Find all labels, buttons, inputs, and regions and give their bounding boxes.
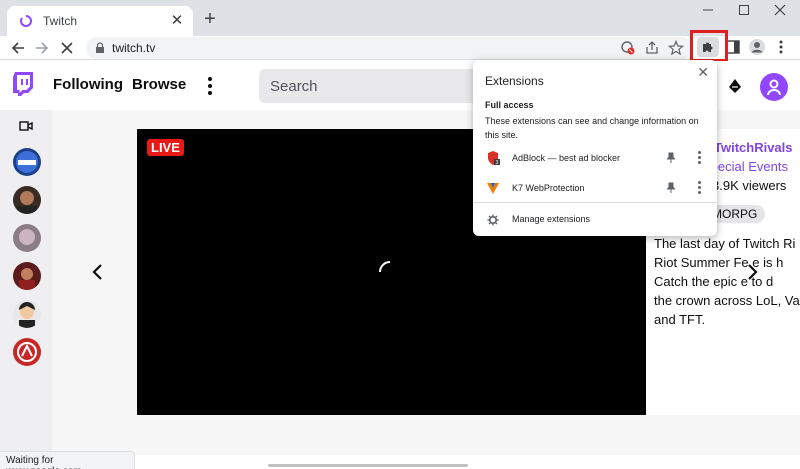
extension-more-icon[interactable]: [698, 151, 702, 165]
profile-icon[interactable]: [748, 38, 766, 56]
loading-spinner-icon: [379, 261, 391, 273]
loading-favicon-icon: [20, 15, 32, 27]
stop-button[interactable]: [57, 38, 77, 58]
tab-close-icon[interactable]: ✕: [169, 13, 185, 29]
forward-button[interactable]: [32, 38, 52, 58]
manage-extensions-label: Manage extensions: [512, 214, 591, 224]
lock-icon: [96, 42, 104, 53]
channel-avatar[interactable]: [13, 148, 41, 176]
description-line: The last day of Twitch Ri: [654, 236, 796, 251]
close-icon[interactable]: ✕: [697, 64, 709, 81]
back-arrow-icon: [11, 42, 24, 54]
back-button[interactable]: [8, 38, 28, 58]
extensions-highlight-box: [690, 30, 728, 62]
status-bar: Waiting for www.google.com...: [0, 451, 135, 469]
carousel-next-icon[interactable]: [743, 263, 761, 281]
manage-extensions-button[interactable]: Manage extensions: [473, 210, 717, 230]
bookmark-star-icon[interactable]: [668, 40, 684, 56]
minimize-button[interactable]: [690, 0, 726, 20]
description-line: Catch the epic e to d: [654, 274, 774, 289]
status-text: Waiting for www.google.com...: [6, 455, 90, 469]
stream-description: The last day of Twitch Ri Riot Summer Fe…: [654, 234, 800, 329]
extension-name: K7 WebProtection: [512, 183, 585, 193]
channel-photo-icon: [19, 268, 35, 290]
chrome-menu-icon[interactable]: [772, 38, 790, 56]
channel-logo-icon: [17, 342, 37, 362]
url-text: twitch.tv: [112, 41, 156, 55]
channel-avatar[interactable]: [13, 300, 41, 328]
blocked-content-icon[interactable]: [620, 40, 636, 56]
close-window-icon: [774, 4, 786, 16]
divider: [473, 202, 717, 203]
full-access-heading: Full access: [485, 100, 534, 110]
new-tab-button[interactable]: +: [200, 9, 220, 29]
extensions-popup: Extensions ✕ Full access These extension…: [473, 60, 717, 236]
followed-channels-sidebar: [0, 110, 52, 455]
user-avatar[interactable]: [760, 73, 788, 101]
nav-browse-link[interactable]: Browse: [132, 76, 186, 93]
browser-tab[interactable]: Twitch ✕: [7, 6, 193, 36]
description-line: the crown across LoL, Va: [654, 293, 800, 308]
maximize-button[interactable]: [726, 0, 762, 20]
extensions-popup-title: Extensions: [485, 74, 544, 88]
channel-photo-icon: [19, 229, 35, 245]
channel-avatar[interactable]: [13, 186, 41, 214]
maximize-icon: [739, 5, 749, 15]
full-access-note: These extensions can see and change info…: [485, 116, 699, 140]
tab-title: Twitch: [43, 14, 78, 28]
stop-icon: [61, 42, 73, 54]
address-bar[interactable]: twitch.tv: [86, 37, 692, 59]
carousel-prev-icon[interactable]: [89, 263, 107, 281]
forward-arrow-icon: [36, 42, 49, 54]
adblock-icon: 3: [488, 151, 500, 166]
extension-item-adblock[interactable]: 3 AdBlock — best ad blocker: [473, 144, 717, 172]
channel-avatar[interactable]: [13, 338, 41, 366]
pin-icon[interactable]: [666, 152, 676, 164]
horizontal-scrollbar[interactable]: [268, 464, 468, 467]
channel-photo-icon: [17, 191, 37, 214]
video-camera-icon[interactable]: [19, 120, 33, 132]
search-input[interactable]: Search: [259, 69, 479, 103]
description-line: Riot Summer Fe e is h: [654, 255, 784, 270]
extension-more-icon[interactable]: [698, 181, 702, 195]
channel-photo-icon: [19, 302, 35, 328]
nav-following-link[interactable]: Following: [53, 76, 123, 93]
extension-item-k7[interactable]: K7 WebProtection: [473, 174, 717, 202]
tab-strip: Twitch ✕ +: [0, 0, 800, 36]
minimize-icon: [703, 9, 713, 11]
k7-icon: [487, 183, 499, 194]
more-options-icon[interactable]: [204, 75, 216, 95]
channel-avatar[interactable]: [13, 224, 41, 252]
channel-name-link[interactable]: TwitchRivals: [714, 140, 793, 155]
viewer-count: 3.9K viewers: [712, 178, 787, 193]
search-placeholder: Search: [270, 78, 318, 95]
adblock-badge: 3: [496, 160, 499, 166]
description-line: and TFT.: [654, 312, 706, 327]
user-icon: [767, 79, 781, 96]
pin-icon[interactable]: [666, 182, 676, 194]
extension-name: AdBlock — best ad blocker: [512, 153, 621, 163]
gear-icon: [487, 214, 499, 226]
live-badge: LIVE: [147, 139, 184, 156]
prime-crown-icon[interactable]: [728, 78, 742, 94]
twitch-logo-icon[interactable]: [12, 71, 34, 97]
channel-logo-icon: [16, 151, 38, 173]
share-icon[interactable]: [644, 40, 660, 56]
browser-toolbar: twitch.tv: [0, 36, 800, 60]
close-window-button[interactable]: [762, 0, 798, 20]
channel-avatar[interactable]: [13, 262, 41, 290]
